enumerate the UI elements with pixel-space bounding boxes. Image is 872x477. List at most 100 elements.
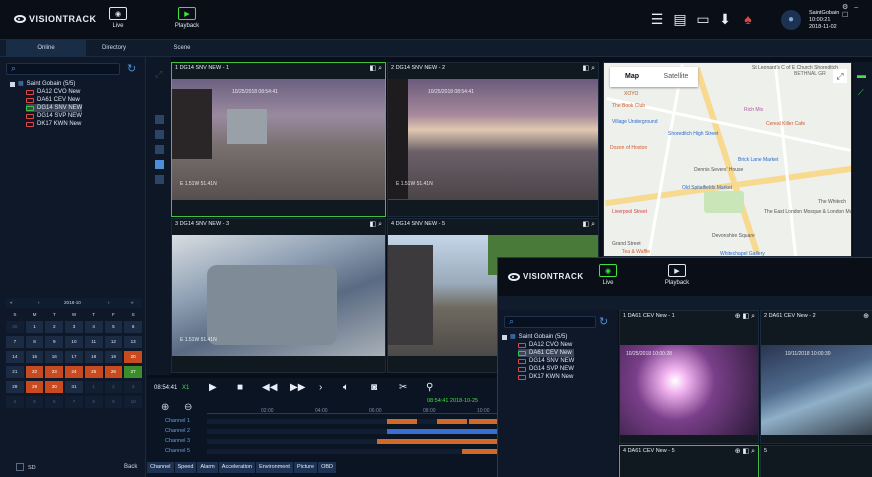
calendar-day[interactable]: 14: [6, 351, 24, 363]
calendar-day[interactable]: 3: [65, 321, 83, 333]
refresh-icon[interactable]: ↻: [599, 315, 608, 328]
volume-icon[interactable]: 🔈︎: [343, 382, 349, 393]
vehicle-item[interactable]: DK17 KWN New: [518, 373, 574, 381]
calendar-day[interactable]: 26: [104, 366, 123, 378]
map-place-label[interactable]: Rich Mix: [744, 107, 763, 113]
map-place-label[interactable]: The Whitech: [818, 199, 846, 205]
bottom-tab[interactable]: Speed: [174, 462, 197, 473]
map-place-label[interactable]: Liverpool Street: [612, 209, 647, 215]
collapse-icon[interactable]: [10, 81, 15, 87]
channel-track[interactable]: [207, 429, 497, 434]
bottom-tab[interactable]: OBD: [318, 462, 336, 473]
refresh-icon[interactable]: ↻: [127, 62, 136, 75]
collapse-icon[interactable]: [502, 334, 507, 340]
tree-root[interactable]: ▦ Saint Gobain (5/5): [10, 80, 82, 88]
calendar-day[interactable]: 3: [124, 381, 142, 393]
channel-row[interactable]: Channel 2: [147, 428, 497, 436]
vehicle-item[interactable]: DA61 CEV New: [518, 349, 575, 357]
calendar-day[interactable]: 19: [104, 351, 123, 363]
live-mode-button[interactable]: ◉ Live: [108, 7, 128, 29]
snapshot-zoom-icon[interactable]: ◧ ⌕: [583, 64, 595, 73]
map-fullscreen-icon[interactable]: ⤢: [833, 69, 847, 83]
location-icon[interactable]: ⚲: [426, 382, 433, 393]
map-place-label[interactable]: Old Spitalfields Market: [682, 185, 732, 191]
calendar-day[interactable]: 18: [84, 351, 103, 363]
alarm-bell-icon[interactable]: ♠: [740, 11, 756, 27]
play-icon[interactable]: ▶: [209, 382, 217, 393]
calendar-day[interactable]: 13: [124, 336, 142, 348]
layout-1-icon[interactable]: [155, 115, 164, 124]
fullscreen-icon[interactable]: ⤢: [155, 69, 164, 79]
bottom-tab[interactable]: Channel: [147, 462, 174, 473]
calendar-day[interactable]: 1: [25, 321, 44, 333]
tree-root[interactable]: ▦ Saint Gobain (5/5): [502, 333, 574, 341]
camera-controls-icon[interactable]: ⊕ ◧ ⌕: [735, 312, 755, 321]
calendar-day[interactable]: 20: [124, 351, 142, 363]
satellite-tab[interactable]: Satellite: [654, 67, 698, 87]
map-place-label[interactable]: Village Underground: [612, 119, 658, 125]
snapshot-zoom-icon[interactable]: ◧ ⌕: [583, 220, 595, 229]
calendar-day[interactable]: 15: [25, 351, 44, 363]
calendar-day[interactable]: 27: [124, 366, 142, 378]
timeline-ruler[interactable]: 02:00 04:00 06:00 08:00 10:00: [207, 400, 497, 414]
vehicle-item[interactable]: DG14 SNV NEW: [26, 104, 83, 112]
calendar-day[interactable]: 10: [65, 336, 83, 348]
vehicle-item[interactable]: DA12 CVO New: [26, 88, 82, 96]
calendar-day[interactable]: 7: [6, 336, 24, 348]
fast-forward-icon[interactable]: ▶▶: [290, 382, 305, 393]
prev-month-icon[interactable]: ‹: [38, 300, 40, 305]
stop-icon[interactable]: ■: [237, 382, 243, 393]
calendar-day[interactable]: 10: [124, 396, 142, 408]
calendar-day[interactable]: 5: [25, 396, 44, 408]
storage-icon[interactable]: ▭: [695, 11, 711, 27]
calendar-day[interactable]: 12: [104, 336, 123, 348]
channel-track[interactable]: [207, 419, 497, 424]
calendar-day[interactable]: 16: [45, 351, 64, 363]
calendar-day[interactable]: 25: [84, 366, 103, 378]
map-place-label[interactable]: Brick Lane Market: [738, 157, 778, 163]
calendar-day[interactable]: 11: [84, 336, 103, 348]
calendar-day[interactable]: 7: [65, 396, 83, 408]
snapshot-zoom-icon[interactable]: ◧ ⌕: [370, 220, 382, 229]
next-frame-icon[interactable]: ›: [319, 382, 322, 393]
calendar-day[interactable]: 22: [25, 366, 44, 378]
calendar-day[interactable]: 5: [104, 321, 123, 333]
vehicle-item[interactable]: DK17 KWN New: [26, 120, 82, 128]
zoom-in-icon[interactable]: ⊕: [161, 402, 169, 413]
calendar-day[interactable]: 31: [65, 381, 83, 393]
channel-row[interactable]: Channel 1: [147, 418, 497, 426]
channel-row[interactable]: Channel 5: [147, 448, 497, 456]
camera-controls-icon[interactable]: ⊕ ◧ ⌕: [735, 447, 755, 456]
overlay-video-panel-1[interactable]: 1 DA61 CEV New - 1 ⊕ ◧ ⌕ 10/25/2018 10:0…: [619, 310, 759, 444]
next-month-icon[interactable]: ›: [108, 300, 110, 305]
overlay-search-input[interactable]: ⌕: [504, 316, 596, 328]
channel-row[interactable]: Channel 3: [147, 438, 497, 446]
sd-checkbox[interactable]: [16, 463, 24, 471]
overlay-live-button[interactable]: ◉ Live: [598, 264, 618, 286]
map-tab[interactable]: Map: [610, 67, 654, 87]
window-controls[interactable]: ⚙ – ☐: [842, 3, 872, 19]
calendar-day[interactable]: 30: [6, 321, 24, 333]
map-place-label[interactable]: Grand Street: [612, 241, 641, 247]
video-panel-2[interactable]: 2 DG14 SNV NEW - 2 ◧ ⌕ 10/25/2018 08:54:…: [387, 62, 599, 217]
layout-16-icon[interactable]: [155, 175, 164, 184]
layout-4-icon[interactable]: [155, 130, 164, 139]
truck-icon[interactable]: ▬: [857, 70, 866, 80]
overlay-playback-button[interactable]: ▶ Playback: [662, 264, 692, 286]
back-button[interactable]: Back: [124, 464, 137, 470]
calendar-day[interactable]: 4: [6, 396, 24, 408]
search-input[interactable]: ⌕: [6, 63, 120, 75]
vehicle-item[interactable]: DA12 CVO New: [518, 341, 574, 349]
calendar-day[interactable]: 24: [65, 366, 83, 378]
bottom-tab[interactable]: Environment: [256, 462, 293, 473]
download-icon[interactable]: ⬇: [717, 11, 733, 27]
vehicle-item[interactable]: DA61 CEV New: [26, 96, 82, 104]
map-place-label[interactable]: Dennis Severs' House: [694, 167, 743, 173]
calendar-day[interactable]: 4: [84, 321, 103, 333]
playback-speed[interactable]: X1: [182, 385, 189, 391]
bottom-tab[interactable]: Alarm: [197, 462, 218, 473]
camera-controls-icon[interactable]: ⊕: [863, 312, 869, 320]
map-place-label[interactable]: Tea & Waffle: [622, 249, 650, 255]
calendar-day[interactable]: 2: [104, 381, 123, 393]
map-place-label[interactable]: The Book Club: [612, 103, 645, 109]
